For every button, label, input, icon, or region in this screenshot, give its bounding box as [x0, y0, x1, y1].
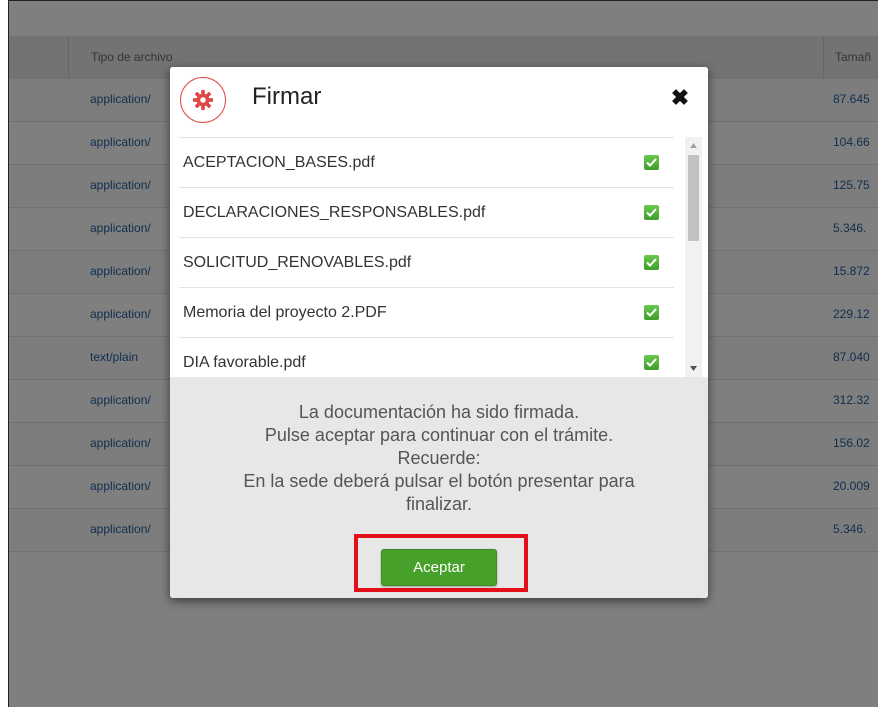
file-name: ACEPTACION_BASES.pdf	[183, 154, 375, 171]
file-list-item: SOLICITUD_RENOVABLES.pdf	[179, 237, 674, 287]
file-name: DECLARACIONES_RESPONSABLES.pdf	[183, 204, 486, 221]
message-line: finalizar.	[405, 494, 473, 514]
scroll-down-arrow-icon[interactable]	[685, 360, 702, 377]
dialog-title: Firmar	[252, 83, 322, 110]
file-list-item: Memoria del proyecto 2.PDF	[179, 287, 674, 337]
signed-file-list: ACEPTACION_BASES.pdf DECLARACIONES_RESPON…	[170, 137, 708, 377]
accept-button[interactable]: Aceptar	[381, 549, 497, 586]
signed-check-icon	[644, 255, 659, 270]
close-icon[interactable]: ✖	[667, 85, 693, 111]
message-line: En la sede deberá pulsar el botón presen…	[243, 471, 635, 491]
file-list-scrollbar[interactable]	[685, 137, 702, 377]
signed-check-icon	[644, 355, 659, 370]
sign-dialog: Firmar ✖ ACEPTACION_BASES.pdf DECLARACION…	[170, 67, 708, 598]
file-name: Memoria del proyecto 2.PDF	[183, 304, 387, 321]
file-list-item: ACEPTACION_BASES.pdf	[179, 137, 674, 187]
file-list-item: DIA favorable.pdf	[179, 337, 674, 377]
file-name: DIA favorable.pdf	[183, 354, 306, 371]
message-line: Pulse aceptar para continuar con el trám…	[264, 425, 614, 445]
message-line: Recuerde:	[397, 448, 481, 468]
file-name: SOLICITUD_RENOVABLES.pdf	[183, 254, 412, 271]
signed-check-icon	[644, 205, 659, 220]
message-line: La documentación ha sido firmada.	[298, 402, 580, 422]
gear-icon	[180, 77, 226, 123]
signed-check-icon	[644, 155, 659, 170]
signed-check-icon	[644, 305, 659, 320]
scroll-thumb[interactable]	[688, 155, 699, 241]
dialog-footer: La documentación ha sido firmada. Pulse …	[170, 377, 708, 598]
dialog-header: Firmar ✖	[170, 67, 708, 137]
gear-icon-graphic	[192, 89, 214, 111]
scroll-up-arrow-icon[interactable]	[685, 137, 702, 154]
file-list-item: DECLARACIONES_RESPONSABLES.pdf	[179, 187, 674, 237]
